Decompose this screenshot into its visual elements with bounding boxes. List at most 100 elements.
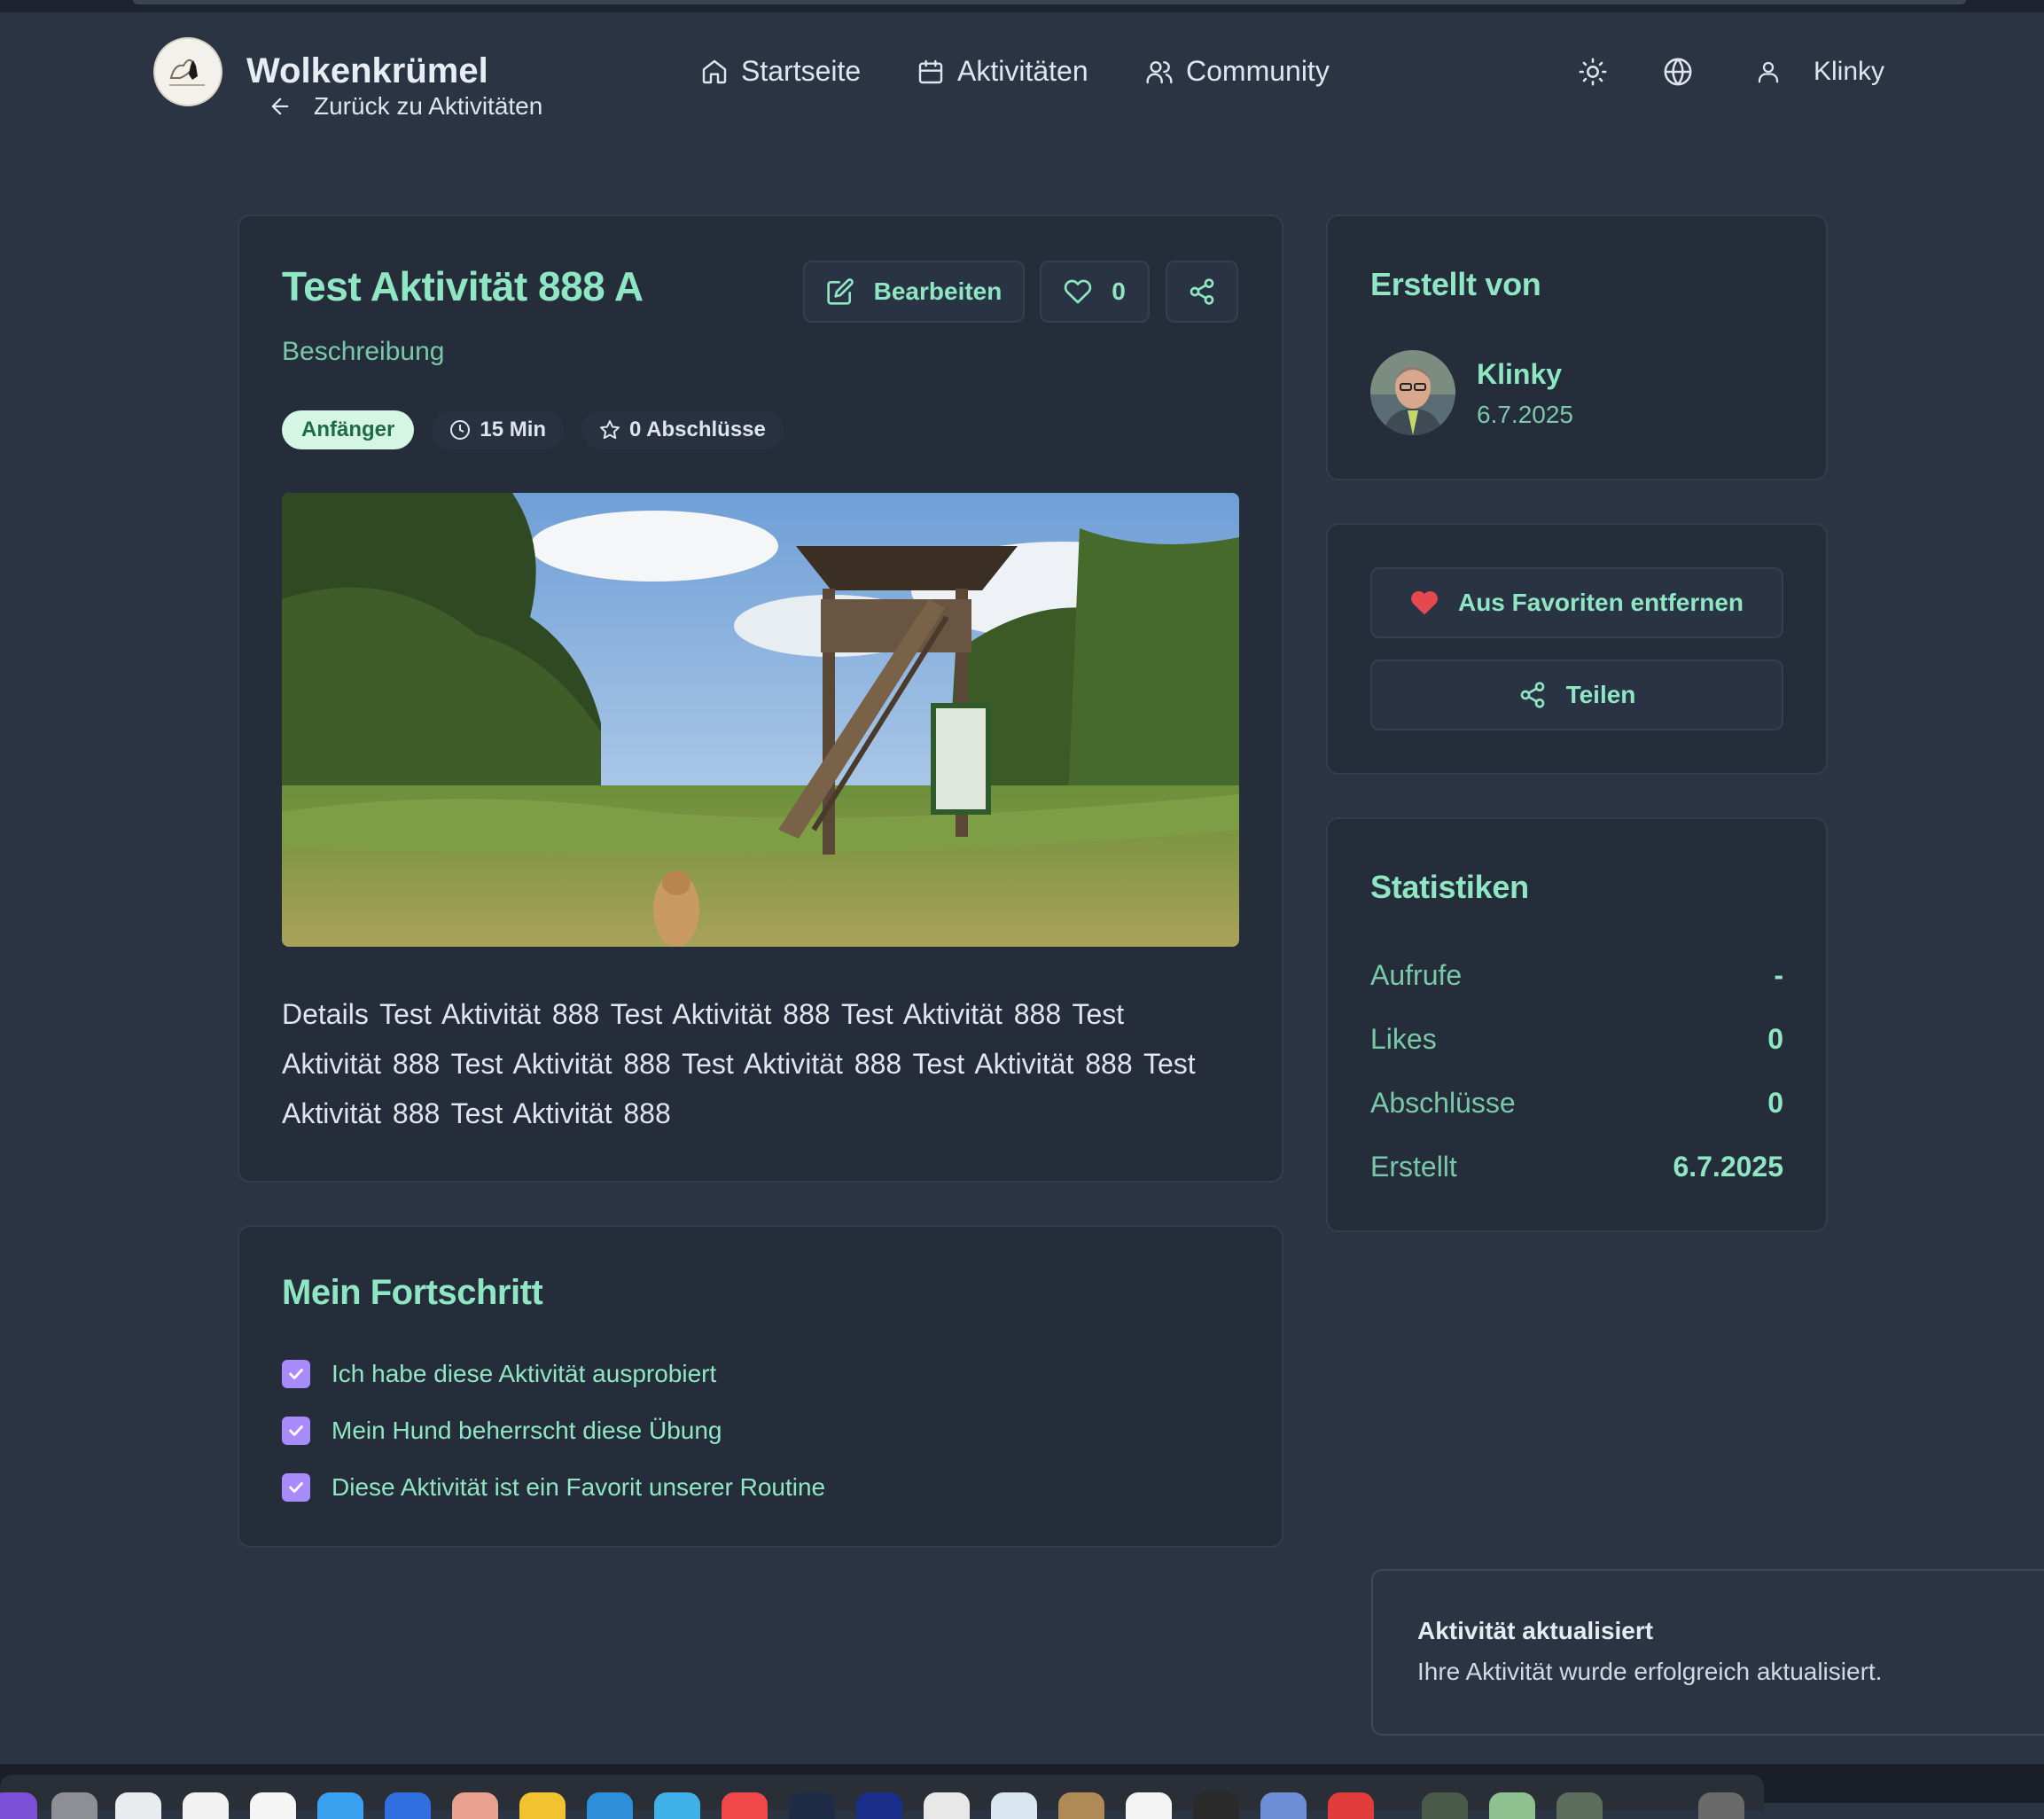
sun-icon[interactable]	[1578, 57, 1608, 87]
toast-notification[interactable]: Aktivität aktualisiert Ihre Aktivität wu…	[1371, 1569, 2044, 1736]
nav-aktivitaeten[interactable]: Aktivitäten	[917, 55, 1088, 88]
share-icon	[1520, 682, 1544, 708]
completions-text: 0 Abschlüsse	[629, 418, 766, 441]
activity-subtitle: Beschreibung	[282, 337, 445, 366]
dock-app-icon[interactable]	[924, 1792, 970, 1819]
user-name: Klinky	[1814, 57, 1885, 86]
creator-card	[1326, 215, 1828, 480]
level-badge: Anfänger	[282, 410, 415, 449]
nav-label: Aktivitäten	[957, 55, 1088, 87]
check-icon	[289, 1425, 303, 1436]
dock-app-icon[interactable]	[452, 1792, 498, 1819]
progress-item-tried[interactable]: Ich habe diese Aktivität ausprobiert	[282, 1360, 716, 1388]
dock-app-icon[interactable]	[1058, 1792, 1104, 1819]
nav-startseite[interactable]: Startseite	[700, 55, 861, 88]
activity-details: Details Test Aktivität 888 Test Aktivitä…	[282, 998, 1196, 1129]
dock-app-icon[interactable]	[1489, 1792, 1535, 1819]
stat-row-completions: Abschlüsse 0	[1370, 1087, 1783, 1120]
calendar-icon	[918, 59, 943, 83]
checkbox-checked[interactable]	[282, 1473, 310, 1502]
dock-trash-icon[interactable]	[1698, 1792, 1744, 1819]
dock-app-icon[interactable]	[789, 1792, 835, 1819]
unfavorite-label: Aus Favoriten entfernen	[1457, 589, 1744, 616]
dock-app-icon[interactable]	[1328, 1792, 1374, 1819]
dock-app-icon[interactable]	[991, 1792, 1037, 1819]
progress-item-label: Mein Hund beherrscht diese Übung	[332, 1417, 722, 1444]
dock-app-icon[interactable]	[385, 1792, 431, 1819]
progress-title: Mein Fortschritt	[282, 1273, 543, 1312]
creator-heading: Erstellt von	[1370, 266, 1541, 302]
dock-app-icon[interactable]	[1556, 1792, 1603, 1819]
dock-app-icon[interactable]	[856, 1792, 902, 1819]
stat-label: Abschlüsse	[1370, 1087, 1516, 1119]
toast-title: Aktivität aktualisiert	[1417, 1617, 1654, 1644]
checkbox-checked[interactable]	[282, 1417, 310, 1445]
creator-name[interactable]: Klinky	[1477, 358, 1562, 391]
activity-title: Test Aktivität 888 A	[282, 263, 644, 309]
share-icon-button[interactable]	[1166, 261, 1238, 323]
dock-app-icon[interactable]	[1422, 1792, 1468, 1819]
dock-app-icon[interactable]	[587, 1792, 633, 1819]
unfavorite-button[interactable]: Aus Favoriten entfernen	[1370, 567, 1783, 638]
edit-button-label: Bearbeiten	[873, 277, 1002, 305]
stat-label: Aufrufe	[1370, 959, 1463, 991]
stat-label: Likes	[1370, 1023, 1437, 1055]
arrow-left-icon	[271, 98, 289, 115]
dock-app-icon[interactable]	[0, 1792, 37, 1819]
dock-app-icon[interactable]	[183, 1792, 229, 1819]
creator-date: 6.7.2025	[1477, 401, 1573, 428]
like-button[interactable]: 0	[1040, 261, 1150, 323]
dock-app-icon[interactable]	[519, 1792, 566, 1819]
stat-value: 0	[1767, 1023, 1783, 1055]
user-menu[interactable]: Klinky	[1755, 57, 1884, 87]
edit-button[interactable]: Bearbeiten	[803, 261, 1025, 323]
stat-value: 6.7.2025	[1673, 1151, 1783, 1183]
dock-app-icon[interactable]	[1193, 1792, 1239, 1819]
avatar[interactable]	[1370, 350, 1455, 435]
edit-icon	[826, 278, 854, 305]
dock-app-icon[interactable]	[317, 1792, 363, 1819]
stats-heading: Statistiken	[1370, 869, 1529, 905]
activity-tags: Anfänger 15 Min 0 Abschlüsse	[282, 410, 784, 449]
brand-name[interactable]: Wolkenkrümel	[246, 51, 488, 91]
duration-text: 15 Min	[480, 418, 547, 441]
globe-icon[interactable]	[1663, 57, 1693, 87]
tab-strip	[133, 0, 1966, 4]
share-label: Teilen	[1565, 681, 1636, 708]
home-icon	[702, 59, 727, 83]
nav-label: Community	[1186, 55, 1330, 87]
stat-value: 0	[1767, 1087, 1783, 1119]
window-top-strip	[0, 0, 2044, 12]
back-to-activities-link[interactable]: Zurück zu Aktivitäten	[268, 92, 542, 121]
heart-outline-icon	[1065, 279, 1092, 304]
brand-logo[interactable]	[153, 37, 222, 106]
stat-value: -	[1774, 959, 1783, 991]
dock-app-icon[interactable]	[115, 1792, 161, 1819]
dog-logo-icon	[161, 45, 215, 98]
nav-community[interactable]: Community	[1145, 55, 1330, 88]
like-count: 0	[1112, 277, 1126, 305]
user-icon	[1758, 61, 1779, 83]
progress-item-favorite[interactable]: Diese Aktivität ist ein Favorit unserer …	[282, 1473, 825, 1502]
dock-app-icon[interactable]	[722, 1792, 768, 1819]
duration-chip: 15 Min	[432, 410, 565, 449]
actions-card	[1326, 523, 1828, 775]
checkbox-checked[interactable]	[282, 1360, 310, 1388]
dock-app-icon[interactable]	[1260, 1792, 1307, 1819]
check-icon	[289, 1482, 303, 1493]
stat-row-likes: Likes 0	[1370, 1023, 1783, 1056]
clock-icon	[450, 420, 471, 440]
progress-item-label: Diese Aktivität ist ein Favorit unserer …	[332, 1473, 826, 1501]
nav-label: Startseite	[741, 55, 862, 87]
progress-item-mastered[interactable]: Mein Hund beherrscht diese Übung	[282, 1417, 722, 1445]
heart-filled-icon	[1411, 590, 1438, 614]
stat-row-created: Erstellt 6.7.2025	[1370, 1151, 1783, 1183]
dock-app-icon[interactable]	[250, 1792, 296, 1819]
share-button[interactable]: Teilen	[1370, 660, 1783, 730]
completions-chip: 0 Abschlüsse	[581, 410, 784, 449]
dock-app-icon[interactable]	[1126, 1792, 1172, 1819]
star-icon	[600, 420, 620, 440]
back-link-label: Zurück zu Aktivitäten	[314, 92, 543, 120]
dock-app-icon[interactable]	[51, 1792, 98, 1819]
dock-app-icon[interactable]	[654, 1792, 700, 1819]
